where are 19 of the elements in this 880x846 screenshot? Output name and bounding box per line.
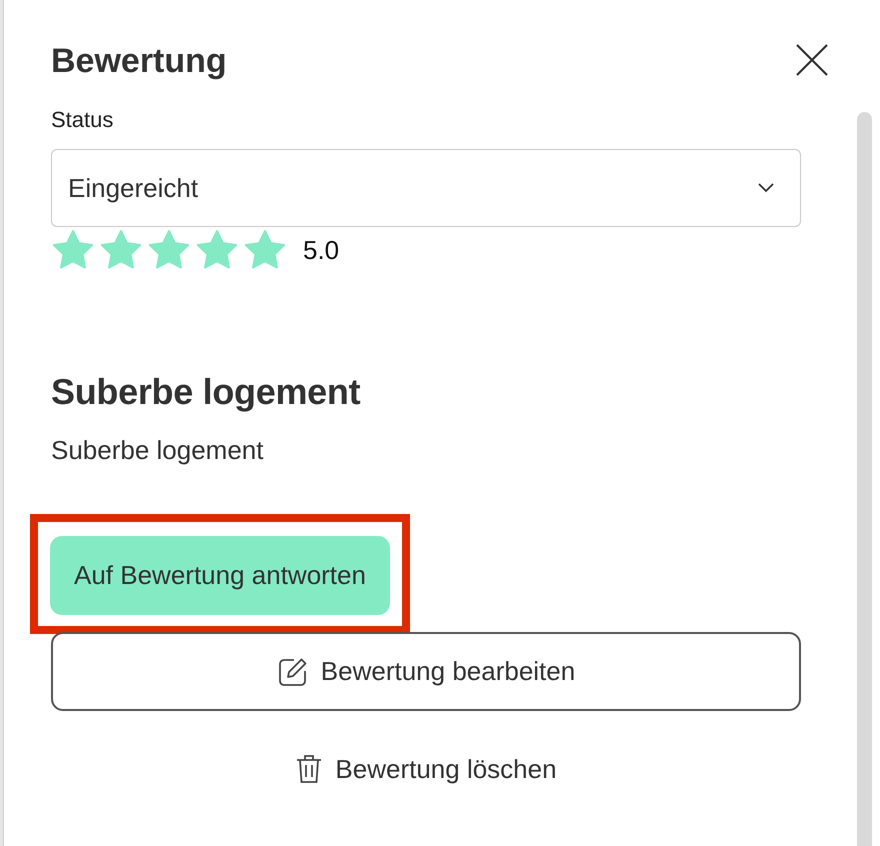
star-icon xyxy=(195,229,239,271)
star-icon xyxy=(243,229,287,271)
edit-icon xyxy=(276,656,309,688)
reply-button[interactable]: Auf Bewertung antworten xyxy=(50,536,390,615)
edit-button[interactable]: Bewertung bearbeiten xyxy=(51,632,801,711)
star-icon xyxy=(99,229,143,271)
field-label: Status xyxy=(51,107,114,133)
review-text: Suberbe logement xyxy=(51,435,264,466)
caret-icon xyxy=(758,183,774,193)
review-title: Suberbe logement xyxy=(51,371,362,413)
close-icon[interactable] xyxy=(795,42,829,76)
trash-icon xyxy=(295,753,324,785)
scrollbar[interactable] xyxy=(857,112,872,846)
panel-title: Bewertung xyxy=(51,42,227,81)
rating-score: 5.0 xyxy=(303,234,340,266)
star-icon xyxy=(51,229,95,271)
star-icon xyxy=(147,229,191,271)
delete-button[interactable]: Bewertung löschen xyxy=(51,749,801,789)
status-dropdown[interactable]: Eingereicht xyxy=(51,149,801,227)
